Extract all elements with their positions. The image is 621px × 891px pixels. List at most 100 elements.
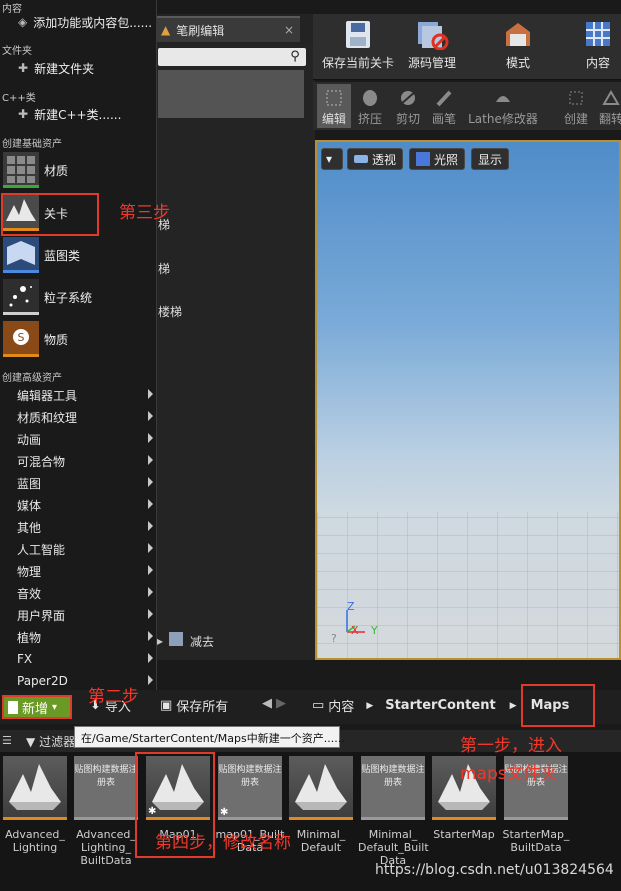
help-icon[interactable]: ? [331,632,337,645]
chevron-right-icon [148,389,153,399]
tool-extrude-label: 挤压 [357,112,382,126]
submenu-item[interactable]: 蓝图 [0,472,157,494]
search-icon[interactable]: ⚲ [287,49,303,65]
tab-brush-edit[interactable]: ▲ 笔刷编辑 × [155,16,300,42]
asset-thumbnail[interactable] [289,756,353,820]
asset-thumbnail[interactable]: 贴图构建数据注册表 [74,756,138,820]
submenu-item[interactable]: 植物 [0,626,157,648]
tool-create[interactable]: 创建 [560,86,592,128]
search-input[interactable] [158,48,306,66]
add-new-button[interactable]: 新增 ▾ [2,695,72,719]
submenu-item-label: 人工智能 [17,542,66,557]
perspective-icon [354,155,368,163]
selected-category[interactable] [158,70,304,118]
modes-button[interactable]: 模式 [490,14,546,80]
source-control-icon [418,22,449,50]
data-tile-text: 贴图构建数据注册表 [218,765,282,788]
level-icon [9,764,61,810]
submenu-item[interactable]: 物理 [0,560,157,582]
tool-extrude[interactable]: 挤压 [354,86,386,128]
asset-thumbnail[interactable] [3,756,67,820]
chevron-right-icon [148,653,153,663]
show-button[interactable]: 显示 [471,148,510,170]
content-button[interactable]: 内容 [570,14,621,80]
save-level-label: 保存当前关卡 [321,56,394,70]
asset-thumbnail[interactable]: 贴图构建数据注册表 ✱ [218,756,282,820]
substance-icon: S [3,321,39,357]
perspective-button[interactable]: 透视 [347,148,404,170]
create-icon [569,91,583,105]
submenu-item[interactable]: 材质和纹理 [0,406,157,428]
list-item[interactable]: 梯 [158,260,170,277]
axis-x-label: X [351,624,359,637]
submenu-item[interactable]: 音效 [0,582,157,604]
viewport-options-button[interactable]: ▾ [321,148,343,170]
submenu-item-label: FX [17,652,33,666]
breadcrumb-item[interactable]: StarterContent [385,698,495,713]
forward-arrow-icon[interactable]: ▶ [276,696,286,711]
step1-highlight-box [521,684,595,727]
tool-lathe[interactable]: Lathe修改器 [466,86,540,128]
content-icon [586,22,610,46]
new-cpp-class-item[interactable]: ✚ 新建C++类...... [0,104,157,124]
list-view-icon[interactable]: ☰ [2,734,12,747]
step3-annotation: 第三步 [119,203,170,223]
lit-button[interactable]: 光照 [409,148,466,170]
axis-z-label: Z [347,600,355,613]
subtract-item[interactable]: ▸ 减去 [155,630,315,654]
chevron-right-icon [148,675,153,685]
tool-clip[interactable]: 剪切 [392,86,424,128]
asset-label[interactable]: Advanced_ Lighting [0,828,70,854]
submenu-item-label: 材质和纹理 [17,410,78,425]
asset-label[interactable]: StarterMap_ BuiltData [501,828,571,854]
asset-label[interactable]: Minimal_ Default [286,828,356,854]
tool-edit[interactable]: 编辑 [318,86,350,128]
asset-thumbnail[interactable]: 贴图构建数据注册表 [361,756,425,820]
pen-icon [436,90,452,107]
add-feature-item[interactable]: ◈ 添加功能或内容包...... [0,12,157,32]
submenu-item[interactable]: 媒体 [0,494,157,516]
close-icon[interactable]: × [284,23,294,37]
asset-label[interactable]: Advanced_ Lighting_ BuiltData [71,828,141,867]
menu-item-material[interactable]: 材质 [0,150,157,190]
save-all-label: 保存所有 [176,700,229,715]
step1-annotation: 第一步，进入maps文件夹 [460,736,562,784]
submenu-item[interactable]: 动画 [0,428,157,450]
level-viewport[interactable]: ▾ 透视 光照 显示 Z X Y ? [315,140,621,660]
new-folder-item[interactable]: ✚ 新建文件夹 [0,58,157,78]
chevron-right-icon [148,411,153,421]
menu-item-blueprint-class[interactable]: 蓝图类 [0,235,157,275]
back-arrow-icon[interactable]: ◀ [262,696,272,711]
asset-label[interactable]: StarterMap [429,828,499,841]
tool-pen[interactable]: 画笔 [428,86,460,128]
save-all-button[interactable]: ▣ 保存所有 [160,696,228,715]
submenu-item[interactable]: FX [0,648,157,670]
menu-item-substance[interactable]: S 物质 [0,319,157,359]
menu-item-label: 材质 [44,163,69,178]
breadcrumb-item[interactable]: 内容 [328,696,354,715]
new-folder-label: 新建文件夹 [34,61,95,76]
data-tile-text: 贴图构建数据注册表 [361,765,425,788]
submenu-item-label: 用户界面 [17,608,66,623]
save-level-button[interactable]: 保存当前关卡 [318,14,398,80]
chevron-right-icon: ▸ [157,634,164,648]
submenu-item[interactable]: 人工智能 [0,538,157,560]
submenu-item-label: 其他 [17,520,42,535]
submenu-item[interactable]: 其他 [0,516,157,538]
list-item[interactable]: 楼梯 [158,303,182,320]
filter-button[interactable]: ▼ 过滤器 [26,733,75,750]
tool-flip[interactable]: 翻转 [596,86,621,128]
save-icon [346,21,370,48]
submenu-item[interactable]: 编辑器工具 [0,384,157,406]
submenu-item-label: 编辑器工具 [17,388,78,403]
history-nav[interactable]: ◀ ▶ [262,696,286,711]
menu-item-particle-system[interactable]: 粒子系统 [0,277,157,317]
submenu-item[interactable]: 用户界面 [0,604,157,626]
submenu-item-label: 物理 [17,564,42,579]
submenu-item[interactable]: 可混合物 [0,450,157,472]
edit-tool-icon [326,90,342,106]
place-mode-panel [155,44,315,660]
chevron-right-icon [148,499,153,509]
source-control-button[interactable]: 源码管理 [400,14,464,80]
add-feature-icon: ◈ [18,15,28,29]
